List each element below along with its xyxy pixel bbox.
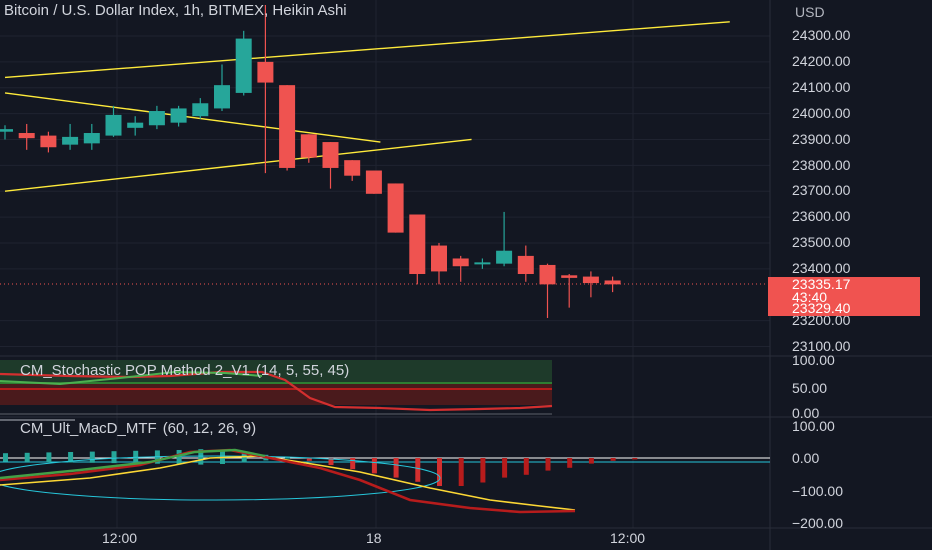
time-tick: 18 xyxy=(366,530,382,546)
macd-histogram-bar xyxy=(458,458,464,486)
trend-line xyxy=(4,92,381,143)
macd-histogram-bar xyxy=(371,458,377,474)
price-tick: 24000.00 xyxy=(792,105,851,121)
price-tick: 24300.00 xyxy=(792,27,851,43)
macd-indicator-title[interactable]: CM_Ult_MacD_MTF (60, 12, 26, 9) xyxy=(20,420,256,437)
macd-histogram-bar xyxy=(393,458,399,478)
stochastic-tick: 50.00 xyxy=(792,380,828,396)
candle-body xyxy=(257,61,274,83)
candle-body xyxy=(127,122,144,128)
macd-histogram-bar xyxy=(502,458,508,478)
currency-label: USD xyxy=(795,4,825,20)
candle-body xyxy=(496,250,513,264)
trend-line xyxy=(4,21,730,79)
price-tick: 23600.00 xyxy=(792,208,851,224)
candle-body xyxy=(474,262,491,265)
candle-body xyxy=(279,85,296,168)
macd-tick: −200.00 xyxy=(792,515,843,531)
macd-histogram-bar xyxy=(24,452,30,462)
stochastic-tick: 100.00 xyxy=(792,352,835,368)
price-tick: 23900.00 xyxy=(792,131,851,147)
candle-body xyxy=(83,133,100,144)
macd-histogram-bar xyxy=(111,451,117,464)
macd-histogram-bar xyxy=(437,458,442,486)
price-tick: 23800.00 xyxy=(792,157,851,173)
candle-body xyxy=(604,280,621,285)
stochastic-name: CM_Stochastic POP Method 2_V1 xyxy=(20,362,250,379)
candle-body xyxy=(344,160,361,176)
macd-histogram-bar xyxy=(415,458,421,482)
stochastic-indicator-title[interactable]: CM_Stochastic POP Method 2_V1 (14, 5, 55,… xyxy=(20,362,349,379)
macd-histogram-bar xyxy=(610,458,616,461)
macd-histogram-bar xyxy=(46,452,52,463)
macd-name: CM_Ult_MacD_MTF xyxy=(20,420,157,437)
candle-body xyxy=(431,245,447,272)
candle-body xyxy=(235,38,252,93)
macd-histogram-bar xyxy=(588,458,594,464)
candle-body xyxy=(105,114,122,136)
candle-body xyxy=(214,85,230,109)
candle-body xyxy=(539,264,556,285)
price-tick: 24200.00 xyxy=(792,53,851,69)
candle-body xyxy=(62,136,79,145)
macd-histogram-bar xyxy=(523,458,529,475)
macd-histogram-bar xyxy=(480,458,486,483)
macd-signal-line xyxy=(0,455,576,511)
candle-body xyxy=(0,129,13,132)
price-tick: 23700.00 xyxy=(792,182,851,198)
macd-histogram-bar xyxy=(632,458,638,460)
candle-body xyxy=(452,258,469,267)
candle-body xyxy=(561,275,578,278)
candle-body xyxy=(170,108,187,123)
macd-histogram-bar xyxy=(545,458,551,471)
candle-body xyxy=(300,134,317,158)
time-tick: 12:00 xyxy=(610,530,646,546)
macd-tick: 100.00 xyxy=(792,418,835,434)
candle-body xyxy=(40,135,57,148)
price-tick: 24100.00 xyxy=(792,79,851,95)
stochastic-params: (14, 5, 55, 45) xyxy=(255,362,350,379)
candle-body xyxy=(148,111,165,126)
macd-tick: 0.00 xyxy=(792,450,820,466)
macd-histogram-bar xyxy=(350,458,356,470)
macd-histogram-bar xyxy=(89,451,95,463)
prev-close-label: 23329.40 xyxy=(768,301,920,316)
candle-body xyxy=(582,276,599,284)
candle-body xyxy=(18,133,35,139)
time-tick: 12:00 xyxy=(102,530,138,546)
candle-body xyxy=(517,255,534,275)
candle-body xyxy=(192,103,209,117)
macd-tick: −100.00 xyxy=(792,483,843,499)
macd-histogram-bar xyxy=(3,453,8,462)
candle-body xyxy=(365,170,382,194)
candle-body xyxy=(387,183,404,233)
price-tick: 23500.00 xyxy=(792,234,851,250)
price-tick: 23400.00 xyxy=(792,260,851,276)
macd-histogram-bar xyxy=(567,458,573,468)
macd-params: (60, 12, 26, 9) xyxy=(162,420,257,437)
candle-body xyxy=(409,214,426,275)
macd-line xyxy=(0,448,576,514)
symbol-title: Bitcoin / U.S. Dollar Index, 1h, BITMEX,… xyxy=(4,2,347,19)
candle-body xyxy=(322,142,339,168)
stochastic-lower-band xyxy=(0,383,552,405)
